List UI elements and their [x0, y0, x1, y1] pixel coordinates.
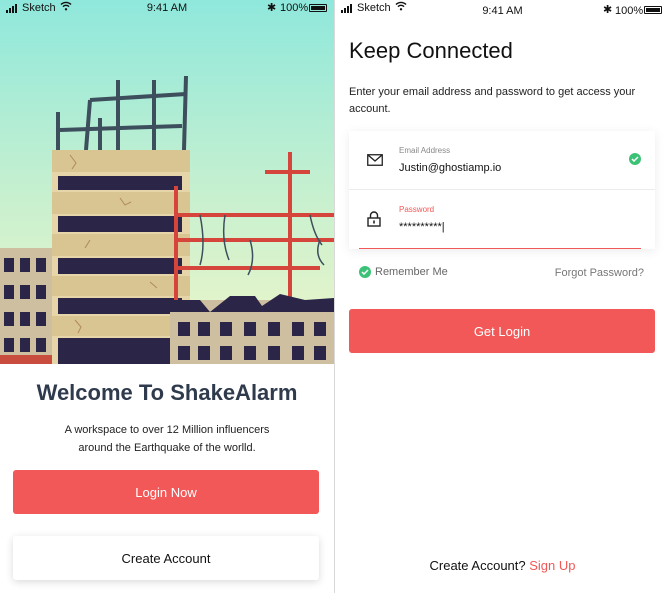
- page-title: Keep Connected: [349, 38, 513, 63]
- login-screen: Sketch 9:41 AM ✱ 100% Keep Connected Ent…: [335, 0, 670, 593]
- lock-icon: [367, 211, 383, 227]
- signup-link[interactable]: Sign Up: [529, 558, 575, 573]
- forgot-password-link[interactable]: Forgot Password?: [555, 267, 644, 279]
- login-now-button[interactable]: Login Now: [13, 470, 319, 514]
- password-field[interactable]: Password **********|: [349, 190, 655, 249]
- status-bar: Sketch 9:41 AM ✱ 100%: [0, 0, 334, 18]
- welcome-subtitle-line2: around the Earthquake of the worlld.: [78, 442, 256, 454]
- bluetooth-icon: ✱: [267, 2, 277, 14]
- page-subtitle: Enter your email address and password to…: [349, 86, 636, 115]
- mail-icon: [367, 153, 383, 167]
- password-label: Password: [399, 205, 435, 214]
- welcome-subtitle-line1: A workspace to over 12 Million influence…: [64, 424, 270, 436]
- battery-icon: [644, 6, 662, 14]
- battery-percent: 100%: [280, 2, 309, 14]
- remember-me-toggle[interactable]: Remember Me: [359, 266, 448, 278]
- remember-check-icon[interactable]: [359, 266, 371, 278]
- email-input[interactable]: Justin@ghostiamp.io: [399, 162, 501, 174]
- battery-icon: [309, 4, 327, 12]
- welcome-subtitle: A workspace to over 12 Million influence…: [40, 421, 294, 457]
- bluetooth-icon: ✱: [603, 4, 613, 16]
- welcome-title: Welcome To ShakeAlarm: [36, 380, 298, 405]
- password-focus-underline: [359, 248, 641, 249]
- signup-prompt: Create Account?: [429, 558, 526, 573]
- remember-me-label: Remember Me: [375, 266, 448, 278]
- hero-illustration: [0, 0, 334, 364]
- battery-percent: 100%: [615, 5, 644, 17]
- signup-row: Create Account? Sign Up: [335, 558, 670, 573]
- ruined-building-illustration: [0, 75, 334, 364]
- status-bar: Sketch 9:41 AM ✱ 100%: [335, 0, 670, 18]
- email-label: Email Address: [399, 146, 451, 155]
- login-form: Email Address Justin@ghostiamp.io Passwo…: [349, 131, 655, 249]
- email-valid-check-icon: [629, 153, 641, 165]
- get-login-button[interactable]: Get Login: [349, 309, 655, 353]
- email-field[interactable]: Email Address Justin@ghostiamp.io: [349, 131, 655, 190]
- create-account-button[interactable]: Create Account: [13, 536, 319, 580]
- welcome-screen: Sketch 9:41 AM ✱ 100% Welcome To ShakeAl…: [0, 0, 334, 593]
- password-input[interactable]: **********|: [399, 221, 445, 233]
